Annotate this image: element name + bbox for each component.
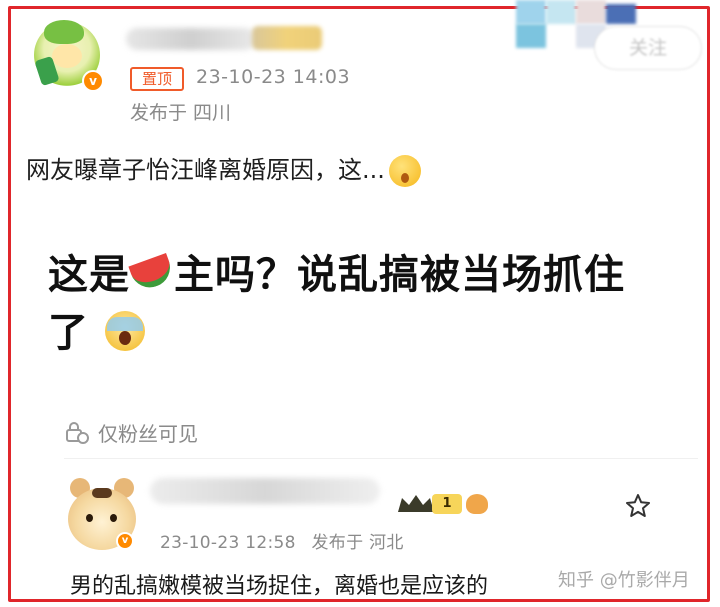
lock-icon [64, 421, 90, 445]
bird-icon [466, 494, 488, 514]
divider [64, 458, 698, 459]
watermark: 知乎 @竹影伴月 [558, 570, 690, 591]
emoji-scream-icon [105, 311, 145, 351]
post-location: 发布于 四川 [130, 102, 232, 124]
level-badge: 1 [432, 494, 462, 514]
post-text: 网友曝章子怡汪峰离婚原因，这... [26, 150, 421, 187]
image-text-line-1: 这是 主吗？说乱搞被当场抓住 [48, 252, 625, 298]
watermelon-icon [128, 253, 176, 293]
post-text-content: 网友曝章子怡汪峰离婚原因，这... [26, 156, 385, 184]
commenter-name-redacted[interactable] [150, 478, 380, 504]
comment-meta: 23-10-23 12:58 发布于 河北 [160, 528, 404, 553]
comment-text: 男的乱搞嫩模被当场捉住，离婚也是应该的 [70, 574, 489, 599]
image-text-line-2: 了 [48, 300, 145, 358]
comment-timestamp: 23-10-23 12:58 [160, 533, 296, 553]
author-avatar[interactable]: v [30, 18, 110, 96]
author-member-badge [252, 26, 322, 50]
post-image[interactable]: 这是 主吗？说乱搞被当场抓住 了 [26, 230, 700, 356]
commenter-avatar[interactable]: v [66, 474, 140, 554]
verified-badge-icon: v [82, 70, 104, 92]
post-timestamp: 23-10-23 14:03 [196, 66, 351, 88]
commenter-verified-icon: v [116, 532, 134, 550]
visibility-text: 仅粉丝可见 [98, 422, 198, 446]
comment-location: 发布于 河北 [311, 533, 404, 553]
visibility-label: 仅粉丝可见 [64, 418, 198, 447]
pinned-tag: 置顶 [130, 67, 184, 91]
crown-icon [396, 492, 436, 516]
emoji-surprised-icon [388, 155, 421, 187]
star-icon[interactable] [624, 492, 652, 520]
author-name-redacted[interactable] [126, 28, 256, 50]
follow-button[interactable]: 关注 [594, 26, 702, 70]
